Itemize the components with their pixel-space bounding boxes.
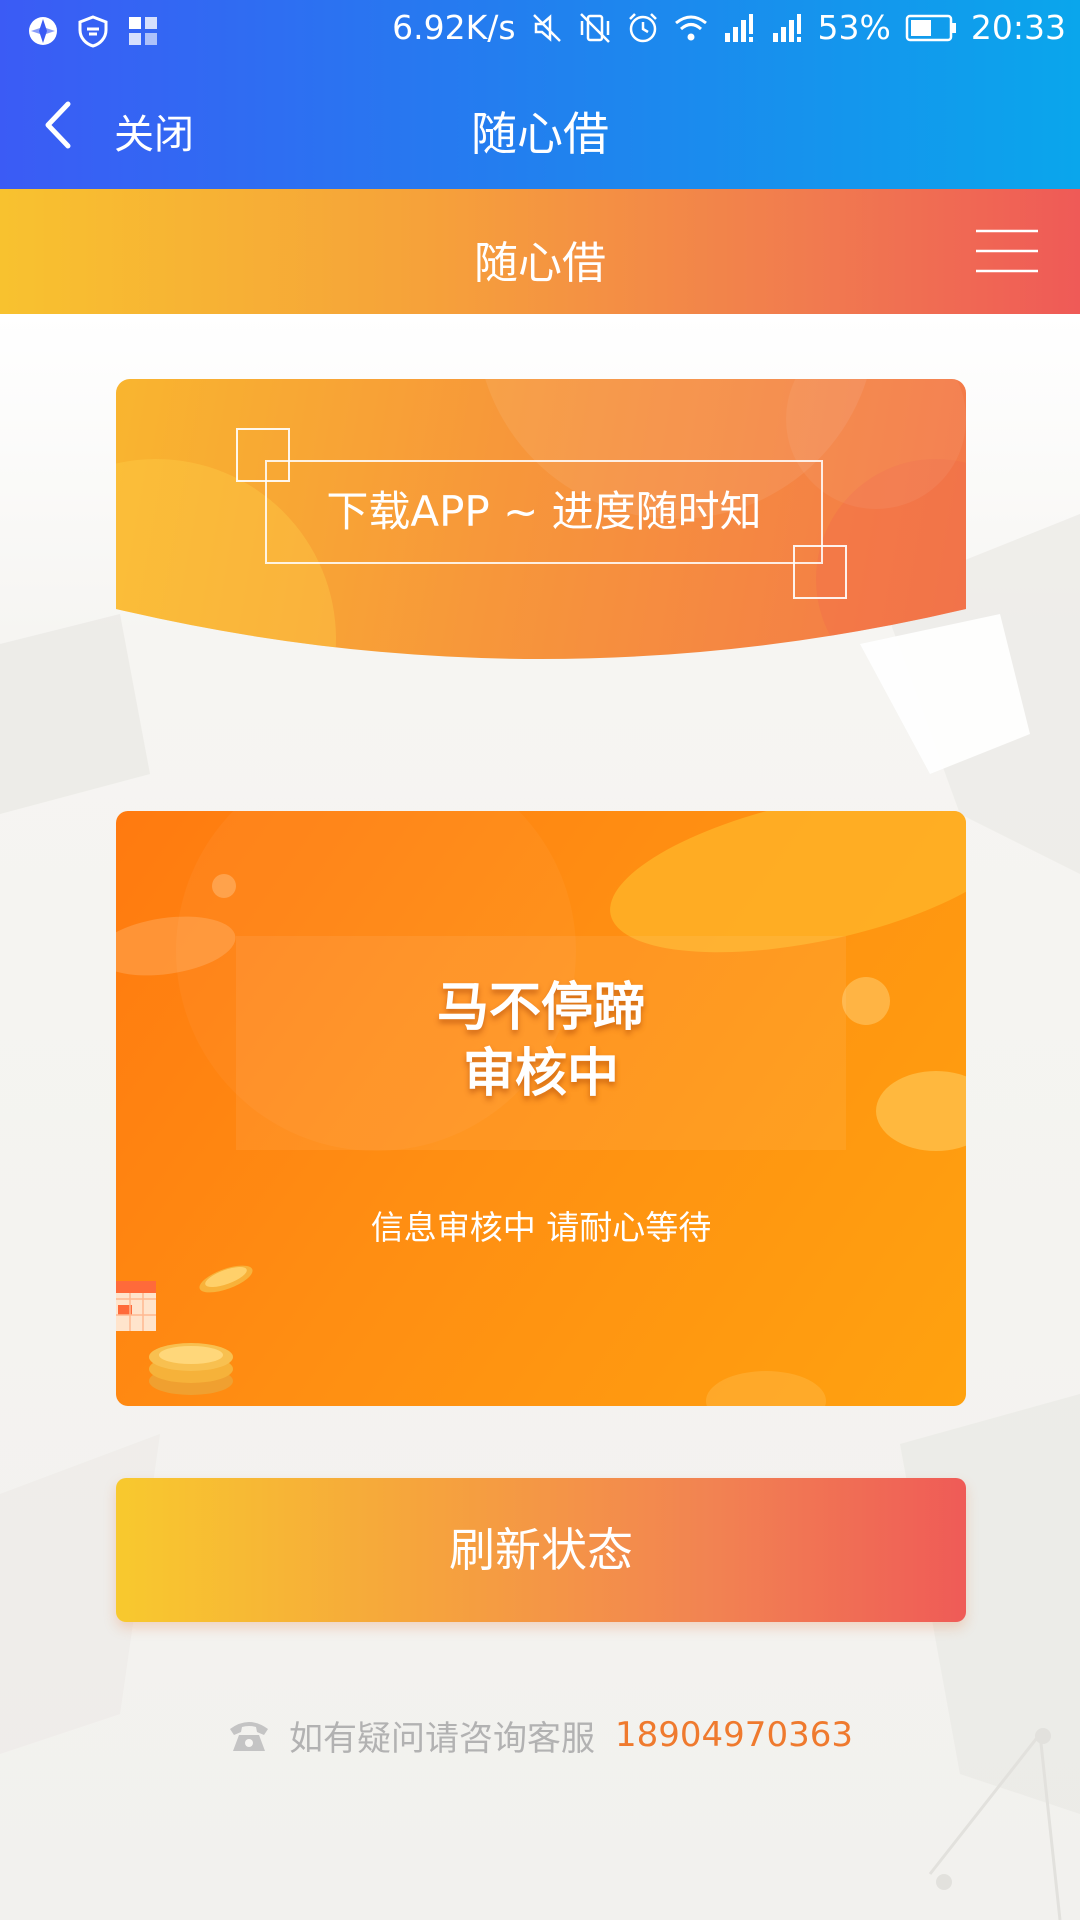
wifi-icon	[674, 15, 707, 40]
card-title: 马不停蹄 审核中	[116, 975, 966, 1107]
alarm-icon	[628, 12, 657, 42]
app-icon	[29, 17, 57, 45]
signal-icon	[724, 13, 753, 42]
top-bar: 6.92K/s 53% 20:33 关闭 随心借	[0, 0, 1080, 189]
app-bar: 关闭 随心借	[0, 62, 1080, 189]
signal-icon	[772, 13, 801, 42]
card-subtitle: 信息审核中 请耐心等待	[370, 1208, 712, 1247]
sub-header-title: 随心借	[474, 238, 606, 289]
help-text: 如有疑问请咨询客服	[289, 1718, 596, 1759]
coins-calendar-illustration	[116, 1265, 253, 1395]
battery-percent: 53%	[817, 8, 891, 47]
phone-icon	[230, 1722, 269, 1751]
review-status-card: 马不停蹄 审核中 信息审核中 请耐心等待	[116, 811, 966, 1406]
mute-icon	[532, 13, 561, 42]
battery-icon	[905, 14, 956, 41]
menu-icon[interactable]	[974, 227, 1040, 275]
status-bar: 6.92K/s 53% 20:33	[0, 0, 1080, 62]
clock: 20:33	[970, 8, 1066, 47]
download-app-banner[interactable]: 下载APP ~ 进度随时知	[116, 379, 966, 659]
card-title-line2: 审核中	[462, 1044, 619, 1104]
decor-square-bottom-right	[793, 545, 847, 599]
page-title: 随心借	[471, 107, 609, 161]
shield-icon	[78, 15, 108, 48]
vibrate-off-icon	[579, 12, 610, 43]
card-title-line1: 马不停蹄	[436, 978, 645, 1038]
grid-icon	[129, 17, 157, 45]
customer-service-footer: 如有疑问请咨询客服 18904970363	[0, 1710, 1080, 1760]
sub-header: 随心借	[0, 189, 1080, 314]
refresh-status-button[interactable]: 刷新状态	[116, 1478, 966, 1622]
banner-text: 下载APP ~ 进度随时知	[265, 460, 823, 564]
network-speed: 6.92K/s	[392, 8, 516, 47]
phone-number-link[interactable]: 18904970363	[615, 1715, 853, 1755]
